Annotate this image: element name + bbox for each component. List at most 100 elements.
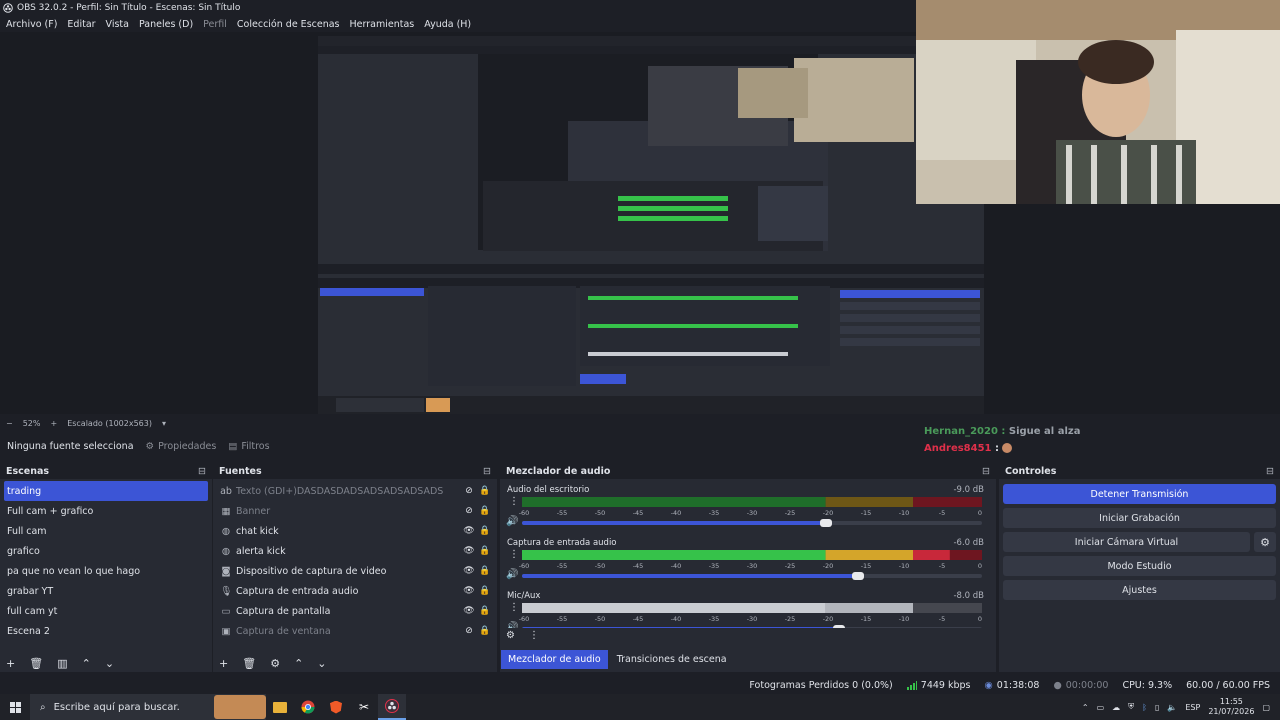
move-up-icon[interactable]: ⌃: [294, 657, 303, 670]
menu-ayuda[interactable]: Ayuda (H): [424, 19, 471, 30]
more-options-icon[interactable]: ⋮: [509, 496, 519, 507]
add-icon[interactable]: +: [6, 657, 15, 670]
scene-item[interactable]: Full cam: [4, 521, 208, 541]
trash-icon[interactable]: 🗑: [29, 657, 43, 670]
gear-icon[interactable]: ⚙: [270, 657, 280, 670]
start-virtual-cam-button[interactable]: Iniciar Cámara Virtual: [1003, 532, 1250, 552]
move-down-icon[interactable]: ⌄: [317, 657, 326, 670]
menu-archivo[interactable]: Archivo (F): [6, 19, 57, 30]
studio-mode-button[interactable]: Modo Estudio: [1003, 556, 1276, 576]
source-item[interactable]: ▭ Captura de pantalla 👁 🔒: [215, 601, 493, 621]
source-item[interactable]: ◍ chat kick 👁 🔒: [215, 521, 493, 541]
shield-icon[interactable]: ⛨: [1128, 702, 1134, 712]
battery-icon[interactable]: ▯: [1155, 703, 1159, 712]
lock-icon[interactable]: 🔒: [477, 526, 493, 536]
scaling-label[interactable]: Escalado (1002x563): [67, 419, 152, 428]
volume-icon[interactable]: 🔈: [1167, 703, 1177, 712]
more-options-icon[interactable]: ⋮: [509, 602, 519, 613]
lock-icon[interactable]: 🔒: [477, 546, 493, 556]
scene-item[interactable]: full cam yt: [4, 601, 208, 621]
source-item[interactable]: ab Texto (GDI+)DASDASDADSADSADSADSADS ⊘ …: [215, 481, 493, 501]
eye-icon[interactable]: 👁: [461, 566, 477, 576]
volume-knob[interactable]: [851, 572, 864, 580]
lock-icon[interactable]: 🔒: [477, 586, 493, 596]
file-explorer-app[interactable]: [266, 694, 294, 720]
more-options-icon[interactable]: ⋮: [529, 630, 539, 641]
tab-scene-transitions[interactable]: Transiciones de escena: [610, 650, 734, 669]
scene-item[interactable]: grabar YT: [4, 581, 208, 601]
bluetooth-icon[interactable]: ᛒ: [1142, 703, 1147, 712]
eye-icon[interactable]: 👁: [461, 546, 477, 556]
source-item[interactable]: 🎙 Captura de entrada audio 👁 🔒: [215, 581, 493, 601]
menu-herramientas[interactable]: Herramientas: [350, 19, 415, 30]
taskbar-search[interactable]: ⌕ Escribe aquí para buscar.: [30, 694, 266, 720]
zoom-minus-icon[interactable]: −: [6, 419, 13, 428]
source-item[interactable]: ▦ Banner ⊘ 🔒: [215, 501, 493, 521]
audio-track-db[interactable]: -6.0 dB: [953, 538, 984, 548]
chrome-app[interactable]: [294, 694, 322, 720]
lock-icon[interactable]: 🔒: [477, 486, 493, 496]
audio-track-db[interactable]: -9.0 dB: [953, 485, 984, 495]
zoom-plus-icon[interactable]: +: [50, 419, 57, 428]
language-indicator[interactable]: ESP: [1185, 703, 1200, 712]
lock-icon[interactable]: 🔒: [477, 566, 493, 576]
eye-icon[interactable]: 👁: [461, 606, 477, 616]
zoom-level[interactable]: 52%: [23, 419, 41, 428]
lock-icon[interactable]: 🔒: [477, 626, 493, 636]
scene-item[interactable]: Escena 2: [4, 621, 208, 641]
hidden-eye-icon[interactable]: ⊘: [461, 486, 477, 496]
speaker-icon[interactable]: 🔊: [506, 516, 518, 527]
more-options-icon[interactable]: ⋮: [509, 549, 519, 560]
add-icon[interactable]: +: [219, 657, 228, 670]
dock-menu-icon[interactable]: ⊟: [1266, 466, 1274, 477]
menu-vista[interactable]: Vista: [106, 19, 129, 30]
scene-item[interactable]: grafico: [4, 541, 208, 561]
volume-knob[interactable]: [833, 625, 846, 628]
move-up-icon[interactable]: ⌃: [82, 657, 91, 670]
obs-app[interactable]: [378, 694, 406, 720]
virtual-cam-settings-button[interactable]: ⚙: [1254, 532, 1276, 552]
volume-knob[interactable]: [819, 519, 832, 527]
filters-button[interactable]: ▤ Filtros: [228, 441, 269, 452]
chevron-up-icon[interactable]: ⌃: [1082, 703, 1089, 712]
properties-button[interactable]: ⚙ Propiedades: [146, 441, 217, 452]
source-item[interactable]: ▣ Captura de ventana ⊘ 🔒: [215, 621, 493, 641]
volume-slider[interactable]: [522, 519, 982, 527]
cloud-icon[interactable]: ☁: [1112, 703, 1120, 712]
lock-icon[interactable]: 🔒: [477, 606, 493, 616]
preview-canvas[interactable]: [318, 36, 984, 414]
clock[interactable]: 11:55 21/07/2026: [1208, 697, 1254, 717]
advanced-audio-icon[interactable]: ⚙: [506, 630, 515, 641]
trash-icon[interactable]: 🗑: [242, 657, 256, 670]
menu-editar[interactable]: Editar: [67, 19, 95, 30]
hidden-eye-icon[interactable]: ⊘: [461, 506, 477, 516]
hidden-eye-icon[interactable]: ⊘: [461, 626, 477, 636]
brave-app[interactable]: [322, 694, 350, 720]
settings-button[interactable]: Ajustes: [1003, 580, 1276, 600]
dock-menu-icon[interactable]: ⊟: [483, 466, 491, 477]
move-down-icon[interactable]: ⌄: [105, 657, 114, 670]
eye-icon[interactable]: 👁: [461, 526, 477, 536]
menu-coleccion-escenas[interactable]: Colección de Escenas: [237, 19, 340, 30]
scaling-dropdown-icon[interactable]: ▾: [162, 419, 166, 428]
source-item[interactable]: ◙ Dispositivo de captura de video 👁 🔒: [215, 561, 493, 581]
dock-menu-icon[interactable]: ⊟: [198, 466, 206, 477]
capcut-app[interactable]: ✂: [350, 694, 378, 720]
start-button[interactable]: [0, 701, 30, 713]
scene-item[interactable]: trading: [4, 481, 208, 501]
volume-slider[interactable]: [522, 572, 982, 580]
scene-item[interactable]: Full cam + grafico: [4, 501, 208, 521]
audio-track-db[interactable]: -8.0 dB: [953, 591, 984, 601]
menu-perfil[interactable]: Perfil: [203, 19, 227, 30]
eye-icon[interactable]: 👁: [461, 586, 477, 596]
stop-stream-button[interactable]: Detener Transmisión: [1003, 484, 1276, 504]
filters-icon[interactable]: ▥: [57, 657, 67, 670]
volume-slider[interactable]: [522, 625, 982, 628]
menu-paneles[interactable]: Paneles (D): [139, 19, 193, 30]
lock-icon[interactable]: 🔒: [477, 506, 493, 516]
notifications-icon[interactable]: ▢: [1262, 703, 1270, 712]
speaker-icon[interactable]: 🔊: [506, 569, 518, 580]
tab-audio-mixer[interactable]: Mezclador de audio: [501, 649, 608, 669]
scene-item[interactable]: pa que no vean lo que hago: [4, 561, 208, 581]
start-recording-button[interactable]: Iniciar Grabación: [1003, 508, 1276, 528]
